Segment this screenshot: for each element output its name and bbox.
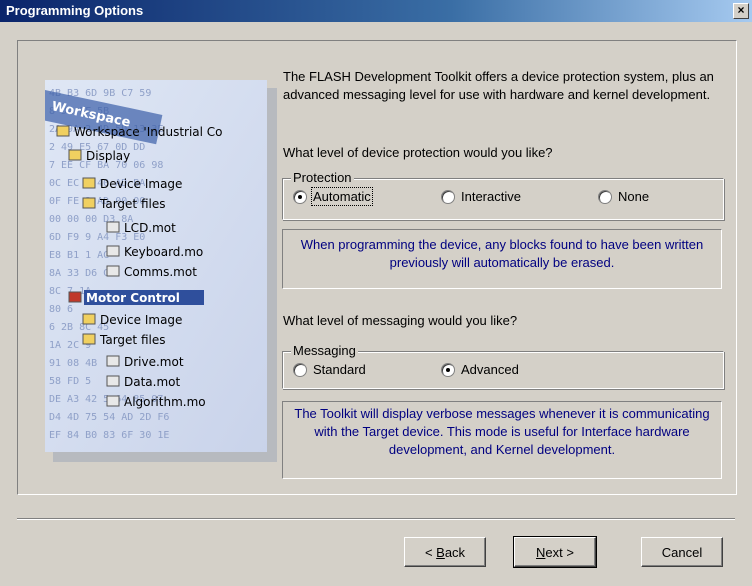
protection-group-label: Protection — [291, 170, 354, 185]
folder-icon — [82, 313, 96, 325]
radio-unchecked-icon — [441, 189, 455, 204]
folder-icon — [56, 125, 70, 137]
tree-item-label: Algorithm.mo — [124, 395, 206, 409]
tree-item-label: Drive.mot — [124, 355, 184, 369]
folder-icon — [82, 197, 96, 209]
next-accelerator: N — [536, 544, 546, 560]
back-accelerator: B — [436, 544, 445, 560]
hex-row: 58 FD 5 — [49, 376, 91, 387]
folder-icon — [82, 333, 96, 345]
folder-icon — [68, 291, 82, 303]
messaging-info-box: The Toolkit will display verbose message… — [282, 401, 722, 479]
folder-icon — [82, 177, 96, 189]
back-label-rest: ack — [444, 544, 466, 560]
tree-item-label: Target files — [99, 333, 165, 347]
hex-row: D4 4D 75 54 AD 2D F6 — [49, 412, 169, 423]
title-bar: Programming Options × — [0, 0, 752, 22]
protection-automatic-label: Automatic — [311, 187, 373, 206]
tree-item-label: Motor Control — [86, 291, 180, 305]
tree-item-label: Workspace 'Industrial Co — [74, 125, 223, 139]
file-icon — [106, 221, 120, 233]
protection-none-radio[interactable]: None — [598, 189, 649, 204]
messaging-group: Messaging Standard Advanced — [282, 343, 724, 389]
workspace-illustration: 4B B3 6D 9B C7 598 DA FF 5B2A 9A 2 4D 5D… — [45, 80, 277, 462]
protection-group: Protection Automatic Interactive None — [282, 170, 724, 220]
tree-item-label: Target files — [99, 197, 165, 211]
hex-row: 8A 33 D6 C1 — [49, 268, 115, 279]
tree-item-label: Comms.mot — [124, 265, 197, 279]
intro-text: The FLASH Development Toolkit offers a d… — [283, 69, 714, 102]
file-icon — [106, 375, 120, 387]
next-button[interactable]: Next > — [513, 536, 597, 568]
radio-unchecked-icon — [598, 189, 612, 204]
messaging-advanced-radio[interactable]: Advanced — [441, 362, 519, 377]
tree-item-label: Display — [86, 149, 130, 163]
radio-checked-icon — [293, 189, 307, 204]
window-title: Programming Options — [6, 3, 144, 18]
protection-none-label: None — [618, 189, 650, 204]
file-icon — [106, 355, 120, 367]
messaging-group-label: Messaging — [291, 343, 358, 358]
hex-row: 80 6 — [49, 304, 73, 315]
file-icon — [106, 395, 120, 407]
protection-question: What level of device protection would yo… — [283, 145, 553, 160]
close-button[interactable]: × — [733, 3, 749, 19]
footer-separator — [17, 518, 735, 520]
tree-item-label: Device Image — [100, 177, 182, 191]
tree-item-label: Data.mot — [124, 375, 180, 389]
messaging-standard-radio[interactable]: Standard — [293, 362, 366, 377]
file-icon — [106, 265, 120, 277]
protection-interactive-label: Interactive — [461, 189, 521, 204]
tree-item-label: Device Image — [100, 313, 182, 327]
radio-checked-icon — [441, 362, 455, 377]
tree-item: Motor Control — [68, 290, 204, 305]
radio-unchecked-icon — [293, 362, 307, 377]
next-label-rest: ext — [545, 544, 563, 560]
tree-item: Workspace 'Industrial Co — [56, 125, 223, 139]
messaging-question: What level of messaging would you like? — [283, 313, 518, 328]
back-button[interactable]: < Back — [404, 537, 486, 567]
messaging-standard-label: Standard — [313, 362, 366, 377]
messaging-advanced-label: Advanced — [461, 362, 519, 377]
hex-row: 91 08 4B — [49, 358, 97, 369]
protection-info-box: When programming the device, any blocks … — [282, 229, 722, 289]
protection-automatic-radio[interactable]: Automatic — [293, 187, 373, 206]
hex-row: EF 84 B0 83 6F 30 1E — [49, 430, 169, 441]
protection-interactive-radio[interactable]: Interactive — [441, 189, 521, 204]
hex-row: E8 B1 1 AC — [49, 250, 109, 261]
cancel-button[interactable]: Cancel — [641, 537, 723, 567]
folder-icon — [68, 149, 82, 161]
hex-row: 00 00 00 D3 8A — [49, 214, 133, 225]
tree-item-label: Keyboard.mo — [124, 245, 203, 259]
tree-item-label: LCD.mot — [124, 221, 176, 235]
file-icon — [106, 245, 120, 257]
